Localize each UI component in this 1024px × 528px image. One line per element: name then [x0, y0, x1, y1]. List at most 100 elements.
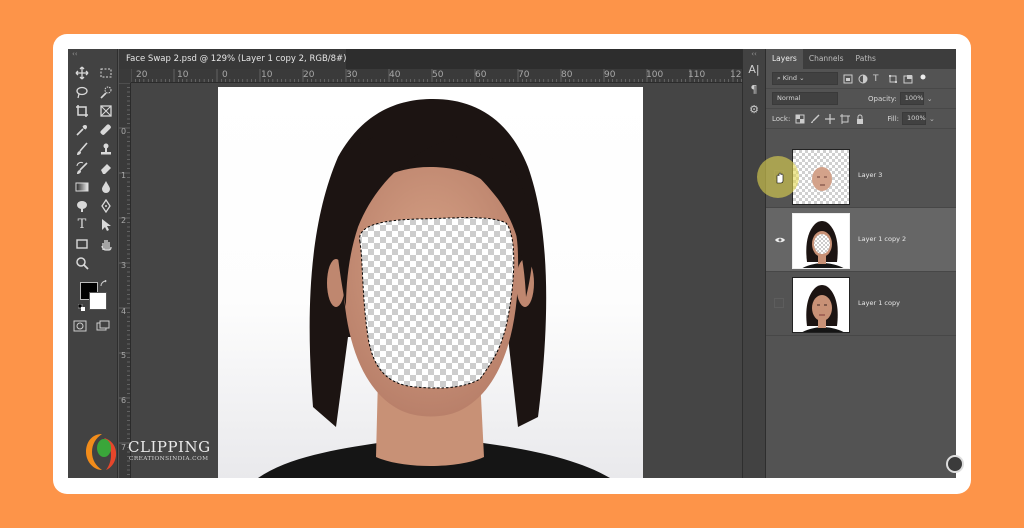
character-panel-icon[interactable]: A| [743, 59, 765, 79]
layer-name[interactable]: Layer 1 copy [858, 299, 900, 307]
lasso-tool-icon[interactable] [71, 82, 93, 101]
dodge-tool-icon[interactable] [71, 196, 93, 215]
swap-colors-icon[interactable] [100, 280, 108, 288]
layer-thumbnail [792, 277, 850, 333]
crop-tool-icon[interactable] [71, 101, 93, 120]
properties-panel-icon[interactable]: ⚙ [743, 99, 765, 119]
healing-brush-tool-icon[interactable] [95, 120, 117, 139]
background-color-swatch[interactable] [89, 292, 107, 310]
blend-opacity-row: Normal Opacity: 100% ⌄ [766, 89, 956, 109]
filter-kind-value: Kind [782, 74, 798, 82]
ruler-top-tick: 80 [561, 70, 573, 80]
ruler-top-tick: 0 [222, 70, 228, 80]
clone-stamp-tool-icon[interactable] [95, 139, 117, 158]
lock-fill-row: Lock: Fill: 100% ⌄ [766, 109, 956, 129]
eraser-tool-icon[interactable] [95, 158, 117, 177]
logo-subtitle: CREATIONSINDIA.COM [129, 456, 209, 462]
ruler-left[interactable]: 0 1 2 3 4 5 6 7 [119, 83, 131, 478]
lock-image-pixels-icon[interactable] [810, 114, 820, 124]
visibility-toggle[interactable] [774, 298, 784, 308]
ruler-top-tick: 10 [261, 70, 273, 80]
lock-position-icon[interactable] [825, 113, 836, 124]
gradient-tool-icon[interactable] [71, 177, 93, 196]
layer-thumbnail [792, 213, 850, 269]
lock-artboard-icon[interactable] [840, 113, 851, 124]
zoom-tool-icon[interactable] [71, 253, 93, 272]
ruler-top-tick: 20 [303, 70, 315, 80]
layer-filter-row: ⌕ Kind ⌄ T [766, 69, 956, 89]
ruler-top[interactable]: 20 10 0 10 20 30 40 50 60 70 80 90 100 1… [131, 69, 747, 83]
blur-tool-icon[interactable] [95, 177, 117, 196]
ruler-top-tick: 50 [432, 70, 444, 80]
canvas-area[interactable] [131, 83, 742, 478]
filter-kind-select[interactable]: ⌕ Kind ⌄ [772, 72, 838, 85]
pen-tool-icon[interactable] [95, 196, 117, 215]
document-title: Face Swap 2.psd @ 129% (Layer 1 copy 2, … [126, 54, 346, 64]
type-tool-glyph: T [77, 217, 87, 232]
tab-bar [346, 49, 742, 69]
hand-cursor-icon [776, 172, 784, 184]
opacity-dropdown-icon[interactable]: ⌄ [927, 95, 933, 103]
layer-thumbnail [792, 149, 850, 205]
ruler-left-tick: 0 [121, 127, 127, 136]
layer-row-layer-1-copy[interactable]: Layer 1 copy [766, 272, 956, 336]
quick-select-tool-icon[interactable] [95, 82, 117, 101]
paragraph-panel-icon[interactable]: ¶ [743, 79, 765, 99]
opacity-label: Opacity: [868, 94, 897, 103]
document-tab[interactable]: Face Swap 2.psd @ 129% (Layer 1 copy 2, … [119, 49, 346, 69]
panel-icon-strip: ‹‹ A| ¶ ⚙ [742, 49, 766, 478]
panel-grip[interactable]: ‹‹ [68, 49, 117, 59]
path-select-tool-icon[interactable] [95, 215, 117, 234]
history-brush-tool-icon[interactable] [71, 158, 93, 177]
opacity-input[interactable]: 100% [899, 92, 924, 105]
lock-all-icon[interactable] [855, 114, 865, 124]
filter-pixel-icon[interactable] [843, 74, 853, 84]
type-tool-icon[interactable]: T [71, 215, 93, 234]
move-tool-icon[interactable] [71, 63, 93, 82]
logo-emblem-icon [86, 434, 117, 470]
blend-mode-value: Normal [777, 94, 801, 102]
brush-tool-icon[interactable] [71, 139, 93, 158]
fill-dropdown-icon[interactable]: ⌄ [929, 115, 935, 123]
ruler-top-tick: 90 [604, 70, 616, 80]
quick-mask-icon[interactable] [73, 320, 87, 332]
default-colors-icon[interactable] [78, 304, 86, 312]
tab-channels[interactable]: Channels [803, 49, 850, 69]
tab-paths[interactable]: Paths [850, 49, 882, 69]
fill-input[interactable]: 100% [902, 112, 927, 125]
frame-tool-icon[interactable] [95, 101, 117, 120]
ruler-top-tick: 60 [475, 70, 487, 80]
fill-label: Fill: [887, 114, 900, 123]
ruler-left-tick: 3 [121, 261, 127, 270]
document-canvas[interactable] [218, 87, 643, 478]
filter-shape-icon[interactable] [888, 74, 898, 84]
ruler-left-tick: 6 [121, 396, 127, 405]
ruler-top-tick: 100 [646, 70, 664, 80]
ruler-left-tick: 4 [121, 307, 127, 316]
layer-name[interactable]: Layer 3 [858, 171, 882, 179]
filter-toggle-icon[interactable] [918, 74, 928, 84]
filter-type-icon[interactable]: T [873, 74, 883, 84]
layer-row-layer-1-copy-2[interactable]: Layer 1 copy 2 [766, 208, 956, 272]
blend-mode-select[interactable]: Normal [772, 92, 838, 105]
ruler-corner[interactable] [119, 69, 131, 83]
lock-pixels-icon[interactable] [795, 114, 805, 124]
ruler-left-tick: 2 [121, 216, 127, 225]
overlay-button[interactable] [946, 455, 964, 473]
hand-tool-icon[interactable] [95, 234, 117, 253]
eyedropper-tool-icon[interactable] [71, 120, 93, 139]
rectangle-tool-icon[interactable] [71, 234, 93, 253]
tab-layers[interactable]: Layers [766, 49, 803, 69]
portrait-image [258, 99, 610, 478]
lock-label: Lock: [772, 114, 791, 123]
filter-adjustment-icon[interactable] [858, 74, 868, 84]
ruler-top-tick: 20 [136, 70, 148, 80]
strip-grip[interactable]: ‹‹ [743, 49, 765, 59]
marquee-tool-icon[interactable] [95, 63, 117, 82]
logo-title: CLIPPING [128, 438, 211, 456]
filter-smart-object-icon[interactable] [903, 74, 913, 84]
layer-name[interactable]: Layer 1 copy 2 [858, 235, 906, 243]
screen-mode-icon[interactable] [96, 320, 110, 332]
eye-icon[interactable] [774, 235, 786, 245]
cursor-highlight [757, 156, 799, 198]
